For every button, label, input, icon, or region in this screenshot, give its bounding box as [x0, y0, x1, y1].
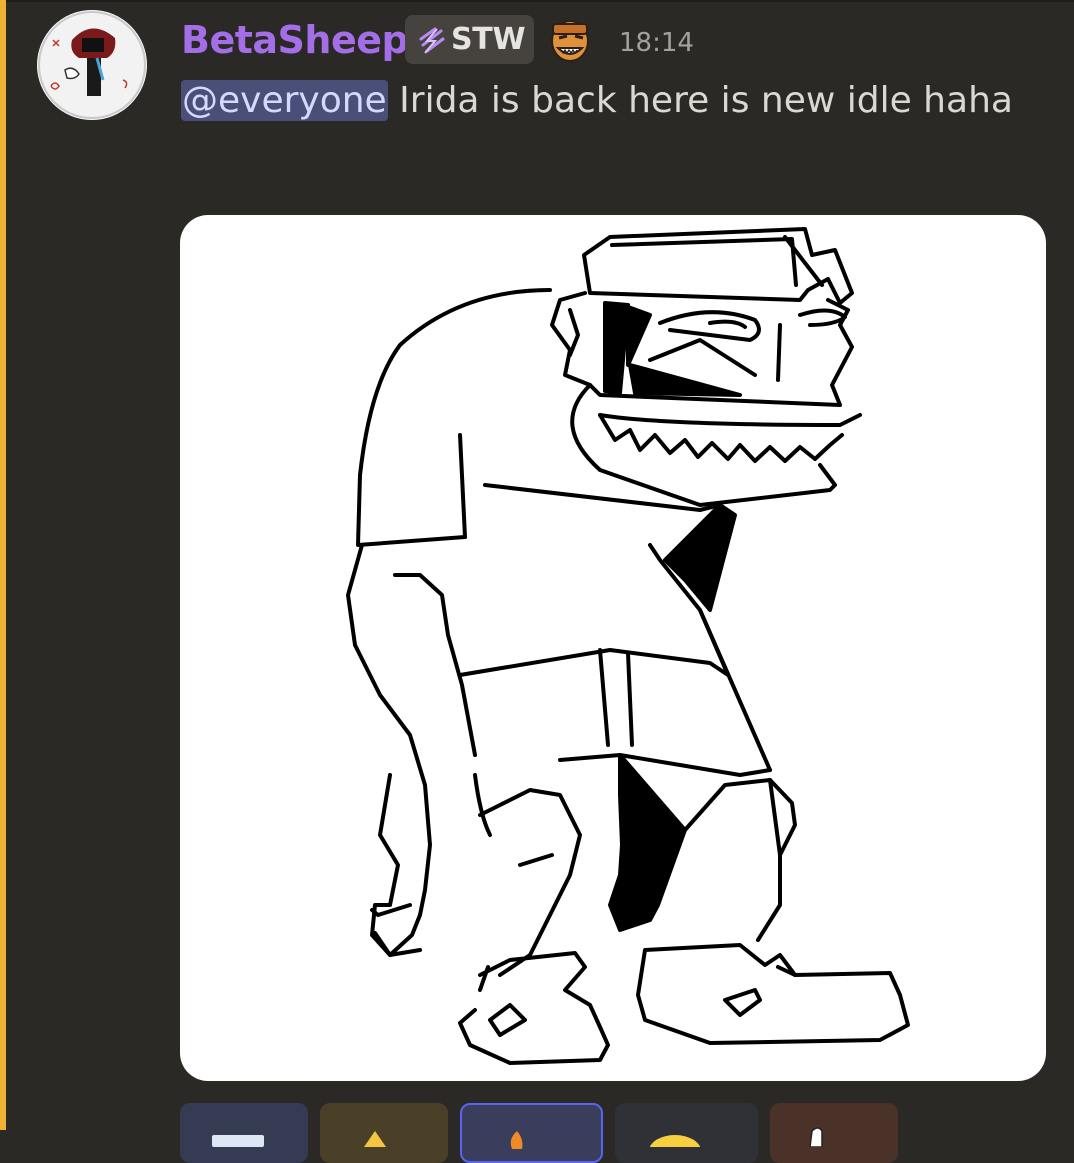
message-text: Irida is back here is new idle haha — [387, 80, 1013, 121]
id-card-emoji-icon — [212, 1135, 264, 1147]
server-tag-label: STW — [451, 22, 526, 57]
author-avatar[interactable] — [37, 10, 147, 120]
character-drawing — [346, 227, 910, 1065]
image-attachment[interactable] — [180, 215, 1046, 1081]
server-tag[interactable]: STW — [405, 15, 534, 64]
reaction-fire[interactable] — [460, 1103, 603, 1163]
reaction-bar — [180, 1103, 898, 1163]
fire-emoji-icon — [510, 1131, 523, 1149]
reaction-smiley[interactable] — [615, 1103, 758, 1163]
lightning-icon — [419, 27, 445, 54]
author-name[interactable]: BetaSheep — [181, 14, 409, 66]
warning-emoji-icon — [364, 1131, 386, 1147]
mention-highlight-bar — [0, 0, 6, 1130]
smiley-emoji-icon — [649, 1135, 701, 1147]
reaction-id-card[interactable] — [180, 1103, 308, 1163]
reaction-hand[interactable] — [770, 1103, 898, 1163]
reaction-warning[interactable] — [320, 1103, 448, 1163]
message-content: @everyone Irida is back here is new idle… — [181, 70, 1021, 131]
role-icon[interactable] — [545, 14, 595, 64]
message-timestamp[interactable]: 18:14 — [619, 24, 694, 62]
everyone-mention[interactable]: @everyone — [181, 80, 388, 121]
hand-emoji-icon — [809, 1127, 823, 1147]
channel-divider — [0, 0, 1074, 2]
